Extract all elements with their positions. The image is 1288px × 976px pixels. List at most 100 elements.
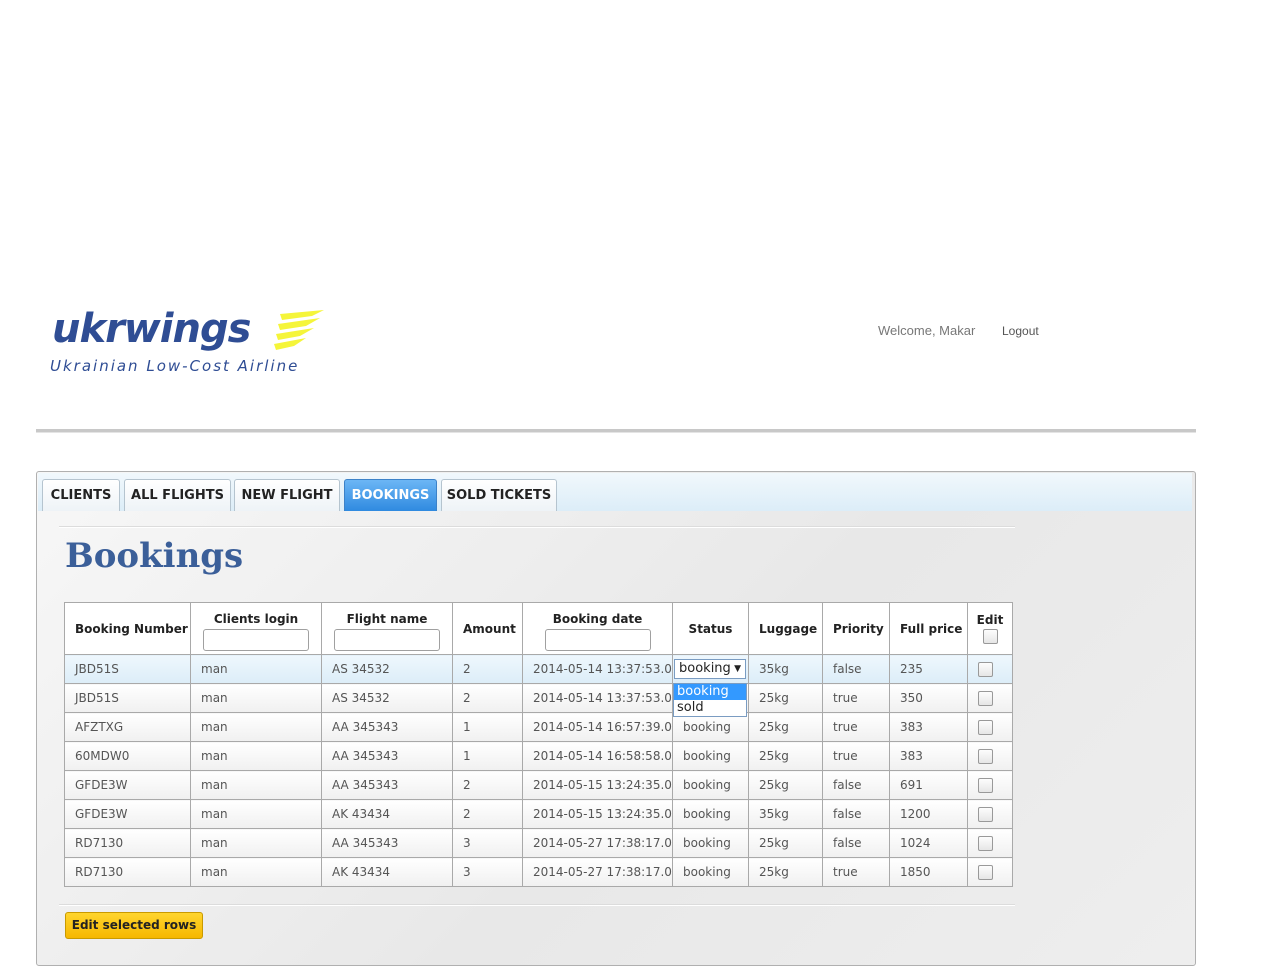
- table-row: JBD51S man AS 34532 2 2014-05-14 13:37:53.0 b…: [64, 654, 1013, 684]
- cell-booking-number: JBD51S: [64, 654, 191, 684]
- cell-client-login: man: [190, 683, 322, 713]
- cell-status: booking ▼: [672, 654, 749, 684]
- flight-name-filter-input[interactable]: [334, 628, 440, 651]
- col-clients-login: Clients login: [190, 602, 322, 655]
- row-edit-checkbox[interactable]: [978, 777, 993, 793]
- cell-luggage: 25kg: [748, 712, 823, 742]
- cell-booking-number: AFZTXG: [64, 712, 191, 742]
- cell-booking-number: RD7130: [64, 857, 191, 887]
- cell-luggage: 35kg: [748, 654, 823, 684]
- col-edit: Edit: [967, 602, 1013, 655]
- cell-luggage: 25kg: [748, 770, 823, 800]
- cell-client-login: man: [190, 712, 322, 742]
- row-edit-checkbox[interactable]: [978, 661, 993, 677]
- cell-booking-date: 2014-05-27 17:38:17.0: [522, 828, 673, 858]
- cell-booking-date: 2014-05-15 13:24:35.0: [522, 770, 673, 800]
- cell-booking-date: 2014-05-14 13:37:53.0: [522, 683, 673, 713]
- tab-new-flight[interactable]: NEW FLIGHT: [234, 479, 340, 511]
- tab-sold-tickets[interactable]: SOLD TICKETS: [441, 479, 557, 511]
- cell-client-login: man: [190, 857, 322, 887]
- cell-booking-number: JBD51S: [64, 683, 191, 713]
- cell-booking-number: GFDE3W: [64, 770, 191, 800]
- tab-all-flights[interactable]: ALL FLIGHTS: [124, 479, 231, 511]
- status-option-booking[interactable]: booking: [674, 684, 746, 700]
- cell-priority: true: [822, 857, 890, 887]
- select-all-checkbox[interactable]: [982, 629, 998, 644]
- cell-full-price: 1200: [889, 799, 968, 829]
- cell-amount: 3: [452, 828, 523, 858]
- tab-bookings[interactable]: BOOKINGS: [344, 479, 437, 511]
- row-edit-checkbox[interactable]: [978, 690, 993, 706]
- cell-status: booking: [672, 770, 749, 800]
- col-luggage: Luggage: [748, 602, 823, 655]
- edit-selected-rows-button[interactable]: Edit selected rows: [65, 912, 203, 939]
- page-title: Bookings: [65, 536, 244, 576]
- logo-tagline: Ukrainian Low-Cost Airline: [50, 357, 300, 375]
- cell-priority: false: [822, 828, 890, 858]
- row-edit-checkbox[interactable]: [978, 748, 993, 764]
- cell-status: booking: [672, 741, 749, 771]
- divider-top: [59, 526, 1015, 528]
- cell-amount: 2: [452, 770, 523, 800]
- booking-date-filter-input[interactable]: [544, 628, 651, 651]
- status-option-sold[interactable]: sold: [674, 700, 746, 716]
- cell-amount: 2: [452, 654, 523, 684]
- table-row: 60MDW0 man AA 345343 1 2014-05-14 16:58:58.0…: [64, 741, 1013, 771]
- cell-edit: [967, 654, 1013, 684]
- cell-priority: false: [822, 799, 890, 829]
- cell-flight-name: AA 345343: [321, 741, 453, 771]
- cell-client-login: man: [190, 799, 322, 829]
- cell-flight-name: AK 43434: [321, 799, 453, 829]
- cell-flight-name: AA 345343: [321, 828, 453, 858]
- col-status: Status: [672, 602, 749, 655]
- cell-amount: 1: [452, 712, 523, 742]
- cell-booking-date: 2014-05-27 17:38:17.0: [522, 857, 673, 887]
- logo-brand-text: ukrwings: [52, 306, 251, 352]
- row-edit-checkbox[interactable]: [978, 806, 993, 822]
- cell-client-login: man: [190, 770, 322, 800]
- clients-login-filter-input[interactable]: [203, 628, 309, 651]
- cell-edit: [967, 857, 1013, 887]
- table-row: RD7130 man AA 345343 3 2014-05-27 17:38:17.0…: [64, 828, 1013, 858]
- cell-amount: 2: [452, 683, 523, 713]
- cell-edit: [967, 770, 1013, 800]
- divider-bottom: [59, 904, 1015, 906]
- tab-bar: CLIENTS ALL FLIGHTS NEW FLIGHT BOOKINGS …: [38, 473, 1192, 511]
- row-edit-checkbox[interactable]: [978, 835, 993, 851]
- cell-flight-name: AS 34532: [321, 654, 453, 684]
- status-dropdown-list: booking sold: [673, 683, 747, 717]
- cell-flight-name: AS 34532: [321, 683, 453, 713]
- cell-status: booking: [672, 857, 749, 887]
- cell-full-price: 235: [889, 654, 968, 684]
- col-flight-name-label: Flight name: [346, 611, 428, 626]
- cell-client-login: man: [190, 654, 322, 684]
- row-edit-checkbox[interactable]: [978, 864, 993, 880]
- col-booking-date-label: Booking date: [552, 611, 643, 626]
- col-flight-name: Flight name: [321, 602, 453, 655]
- status-select-value: booking: [679, 661, 731, 676]
- bookings-table: Booking Number Clients login Flight name…: [64, 602, 1013, 887]
- table-header-row: Booking Number Clients login Flight name…: [64, 602, 1013, 655]
- logout-link[interactable]: Logout: [1002, 324, 1039, 338]
- tab-clients[interactable]: CLIENTS: [42, 479, 120, 511]
- logo-wings-icon: [274, 310, 324, 350]
- cell-status: booking: [672, 828, 749, 858]
- table-row: GFDE3W man AA 345343 2 2014-05-15 13:24:35.0…: [64, 770, 1013, 800]
- status-select[interactable]: booking ▼: [674, 659, 746, 679]
- cell-priority: false: [822, 654, 890, 684]
- row-edit-checkbox[interactable]: [978, 719, 993, 735]
- cell-luggage: 25kg: [748, 741, 823, 771]
- header-divider: [36, 429, 1196, 433]
- cell-luggage: 35kg: [748, 799, 823, 829]
- cell-flight-name: AA 345343: [321, 770, 453, 800]
- cell-full-price: 1850: [889, 857, 968, 887]
- cell-client-login: man: [190, 741, 322, 771]
- cell-booking-date: 2014-05-15 13:24:35.0: [522, 799, 673, 829]
- cell-edit: [967, 799, 1013, 829]
- bookings-panel: CLIENTS ALL FLIGHTS NEW FLIGHT BOOKINGS …: [36, 471, 1196, 966]
- cell-booking-number: RD7130: [64, 828, 191, 858]
- cell-priority: false: [822, 770, 890, 800]
- cell-booking-date: 2014-05-14 13:37:53.0: [522, 654, 673, 684]
- cell-booking-date: 2014-05-14 16:57:39.0: [522, 712, 673, 742]
- cell-full-price: 691: [889, 770, 968, 800]
